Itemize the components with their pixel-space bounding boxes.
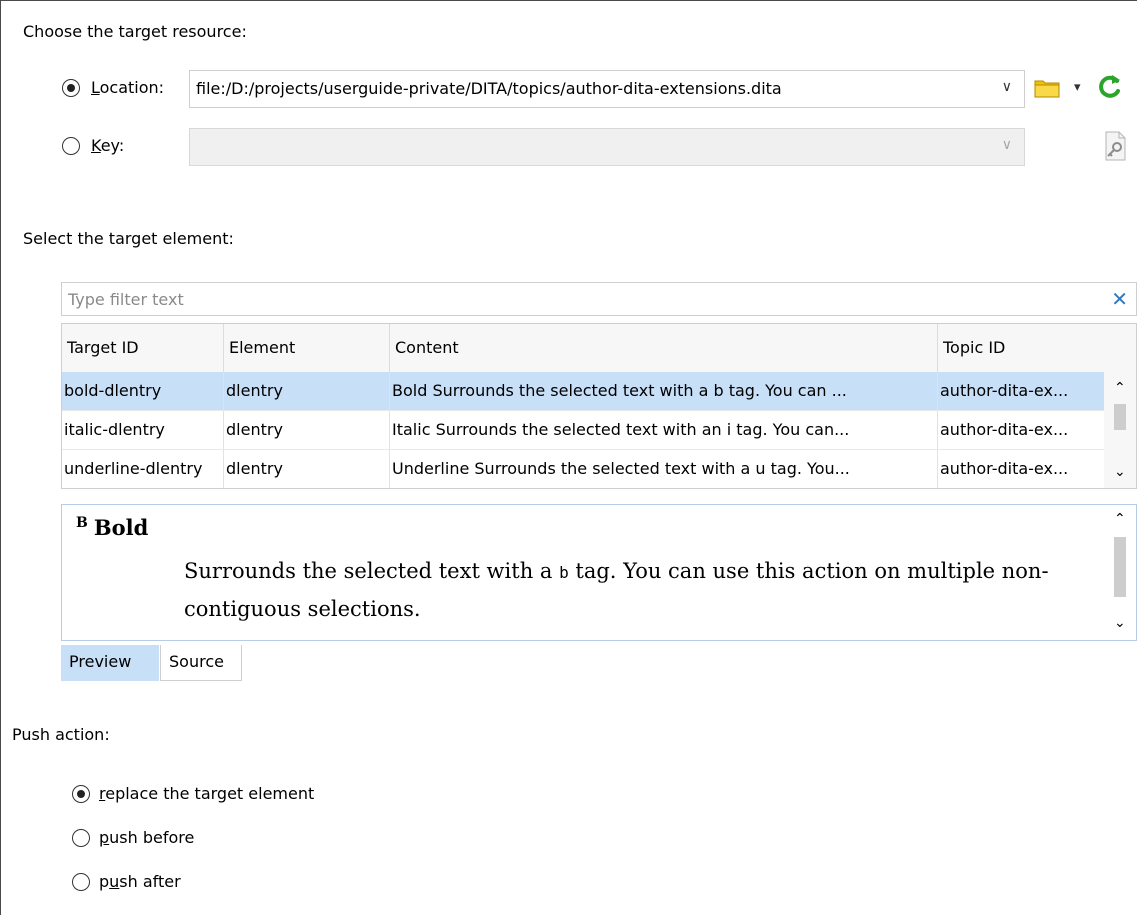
cell-target-id: bold-dlentry <box>62 372 224 410</box>
push-action-heading: Push action: <box>12 725 110 744</box>
push-before-label: push before <box>99 828 195 847</box>
push-before-radio[interactable] <box>72 829 90 847</box>
chevron-down-icon[interactable]: ∨ <box>1002 137 1012 153</box>
table-row[interactable]: bold-dlentry dlentry Bold Surrounds the … <box>62 372 1105 411</box>
cell-topic-id: author-dita-ex... <box>938 411 1105 449</box>
dropdown-caret-icon[interactable]: ▾ <box>1074 80 1081 95</box>
preview-pane: B Bold Surrounds the selected text with a… <box>61 504 1137 641</box>
target-table: Target ID Element Content Topic ID bold-… <box>61 323 1137 489</box>
cell-element: dlentry <box>224 411 390 449</box>
tab-source[interactable]: Source <box>160 645 242 681</box>
preview-body: Surrounds the selected text with a b tag… <box>184 559 1049 621</box>
window-top-border <box>0 0 1137 1</box>
cell-content: Underline Surrounds the selected text wi… <box>390 450 938 488</box>
filter-field[interactable]: ✕ <box>61 282 1137 316</box>
bold-icon: B <box>76 515 88 531</box>
refresh-icon[interactable] <box>1097 72 1123 100</box>
location-combobox[interactable]: file:/D:/projects/userguide-private/DITA… <box>189 70 1025 108</box>
key-combobox[interactable]: ∨ <box>189 128 1025 166</box>
key-reference-icon[interactable] <box>1100 130 1128 162</box>
cell-element: dlentry <box>224 372 390 410</box>
folder-icon[interactable] <box>1034 78 1060 98</box>
cell-element: dlentry <box>224 450 390 488</box>
window-left-border <box>0 0 1 915</box>
chevron-up-icon[interactable]: ⌃ <box>1114 511 1126 527</box>
chevron-down-icon[interactable]: ∨ <box>1002 79 1012 95</box>
column-header-target-id[interactable]: Target ID <box>62 324 224 372</box>
chevron-up-icon[interactable]: ⌃ <box>1114 380 1126 396</box>
cell-content: Italic Surrounds the selected text with … <box>390 411 938 449</box>
chevron-down-icon[interactable]: ⌄ <box>1114 615 1126 631</box>
filter-input[interactable] <box>66 289 1070 310</box>
column-header-content[interactable]: Content <box>390 324 938 372</box>
cell-topic-id: author-dita-ex... <box>938 372 1105 410</box>
target-resource-heading: Choose the target resource: <box>23 22 247 41</box>
table-scrollbar[interactable]: ⌃ ⌄ <box>1104 324 1136 488</box>
chevron-down-icon[interactable]: ⌄ <box>1114 464 1126 480</box>
cell-topic-id: author-dita-ex... <box>938 450 1105 488</box>
replace-target-radio[interactable] <box>72 785 90 803</box>
push-after-label: push after <box>99 872 181 891</box>
location-value: file:/D:/projects/userguide-private/DITA… <box>196 79 782 98</box>
target-element-heading: Select the target element: <box>23 229 234 248</box>
close-icon[interactable]: ✕ <box>1111 287 1128 311</box>
cell-content: Bold Surrounds the selected text with a … <box>390 372 938 410</box>
preview-scrollbar[interactable]: ⌃ ⌄ <box>1104 505 1136 640</box>
key-label: Key: <box>91 136 125 155</box>
column-header-topic-id[interactable]: Topic ID <box>938 324 1105 372</box>
scrollbar-thumb[interactable] <box>1114 537 1126 597</box>
preview-title: B Bold <box>76 515 149 540</box>
push-after-radio[interactable] <box>72 873 90 891</box>
replace-target-label: replace the target element <box>99 784 315 803</box>
location-label: Location: <box>91 78 165 97</box>
cell-target-id: italic-dlentry <box>62 411 224 449</box>
location-radio[interactable] <box>62 79 80 97</box>
cell-target-id: underline-dlentry <box>62 450 224 488</box>
scrollbar-thumb[interactable] <box>1114 404 1126 430</box>
table-row[interactable]: underline-dlentry dlentry Underline Surr… <box>62 450 1105 488</box>
table-header: Target ID Element Content Topic ID <box>62 324 1105 373</box>
column-header-element[interactable]: Element <box>224 324 390 372</box>
key-radio[interactable] <box>62 137 80 155</box>
table-row[interactable]: italic-dlentry dlentry Italic Surrounds … <box>62 411 1105 450</box>
tab-preview[interactable]: Preview <box>61 645 159 681</box>
